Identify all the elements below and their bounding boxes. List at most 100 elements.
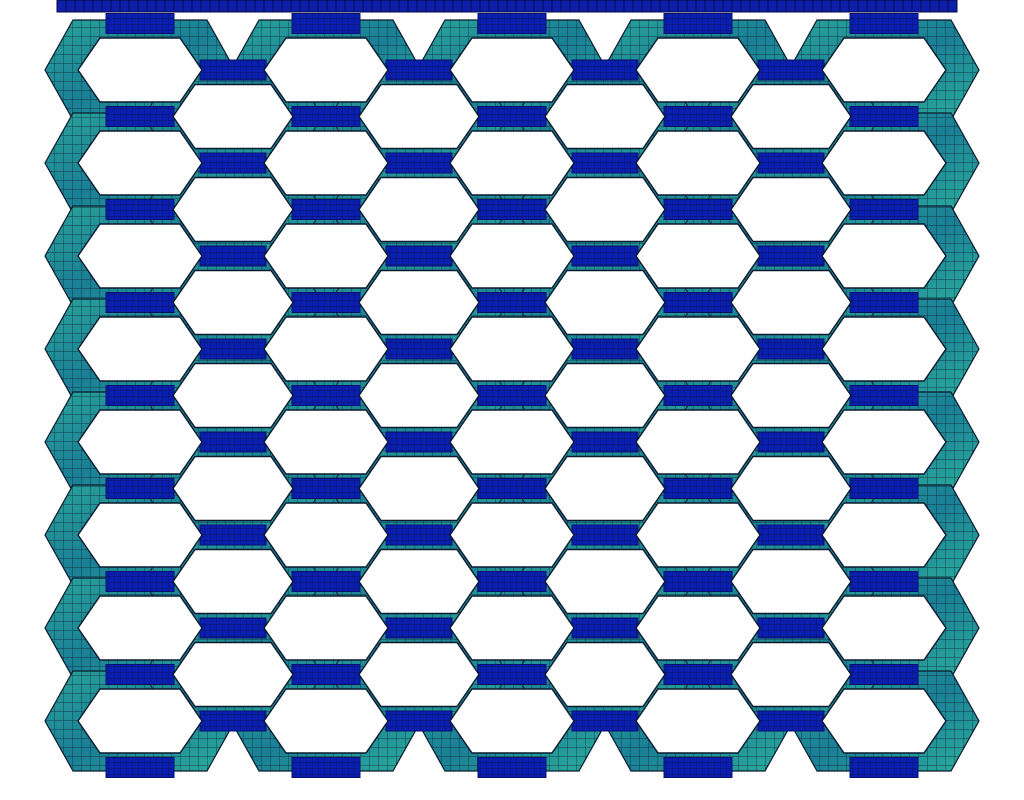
vertical-strut-mesh [850, 664, 918, 685]
offset-strut [571, 245, 639, 267]
cell-hole [635, 130, 761, 196]
vertical-strut [105, 757, 175, 778]
offset-strut [385, 152, 453, 174]
offset-strut [199, 245, 267, 267]
offset-strut [199, 710, 267, 732]
cell-hole [449, 316, 575, 382]
vertical-strut [477, 13, 547, 34]
offset-cell-hole [172, 362, 294, 429]
offset-cell-hole [730, 548, 852, 615]
vertical-strut-mesh [106, 13, 174, 34]
vertical-strut [663, 13, 733, 34]
offset-strut [571, 338, 639, 360]
cell-hole [635, 595, 761, 661]
vertical-strut-mesh [664, 571, 732, 592]
vertical-strut [477, 664, 547, 685]
cell-hole [263, 37, 389, 103]
cell-hole [77, 595, 203, 661]
vertical-strut [663, 292, 733, 313]
offset-strut [385, 431, 453, 453]
offset-strut [199, 59, 267, 81]
offset-cell-hole [730, 269, 852, 336]
vertical-strut [105, 199, 175, 220]
vertical-strut-mesh [292, 478, 360, 499]
offset-strut [757, 524, 825, 546]
cell-hole [449, 409, 575, 475]
cell-hole [635, 223, 761, 289]
offset-strut [199, 338, 267, 360]
vertical-strut-mesh [664, 385, 732, 406]
vertical-strut [291, 478, 361, 499]
vertical-strut-mesh [664, 199, 732, 220]
offset-strut-mesh [200, 246, 266, 266]
offset-cell-hole [172, 641, 294, 708]
vertical-strut-mesh [106, 664, 174, 685]
vertical-strut [477, 571, 547, 592]
offset-strut-mesh [386, 246, 452, 266]
vertical-strut-mesh [292, 664, 360, 685]
cell-hole [263, 409, 389, 475]
vertical-strut-mesh [106, 199, 174, 220]
offset-strut-mesh [200, 60, 266, 80]
vertical-strut-mesh [292, 292, 360, 313]
loading-plate [56, 0, 958, 13]
offset-strut-mesh [386, 60, 452, 80]
offset-cell-hole [544, 83, 666, 150]
offset-strut-mesh [758, 339, 824, 359]
vertical-strut-mesh [850, 13, 918, 34]
cell-hole [77, 409, 203, 475]
offset-strut [757, 245, 825, 267]
offset-cell-hole [358, 548, 480, 615]
vertical-strut-mesh [664, 757, 732, 778]
offset-strut-mesh [572, 711, 638, 731]
cell-hole [635, 502, 761, 568]
cell-hole [263, 130, 389, 196]
vertical-strut-mesh [292, 199, 360, 220]
vertical-strut [291, 571, 361, 592]
offset-strut-mesh [572, 60, 638, 80]
cell-hole [263, 316, 389, 382]
vertical-strut [477, 757, 547, 778]
cell-hole [635, 688, 761, 754]
cell-hole [449, 223, 575, 289]
offset-strut [757, 710, 825, 732]
offset-strut [199, 617, 267, 639]
cell-hole [263, 595, 389, 661]
cell-hole [635, 316, 761, 382]
vertical-strut-mesh [478, 292, 546, 313]
vertical-strut [477, 292, 547, 313]
vertical-strut-mesh [850, 757, 918, 778]
offset-cell-hole [358, 455, 480, 522]
vertical-strut [291, 13, 361, 34]
offset-strut [385, 338, 453, 360]
offset-strut-mesh [572, 432, 638, 452]
vertical-strut [849, 571, 919, 592]
vertical-strut-mesh [292, 571, 360, 592]
cell-hole [821, 409, 947, 475]
vertical-strut-mesh [106, 757, 174, 778]
loading-plate-layer [56, 0, 958, 13]
vertical-strut [849, 199, 919, 220]
vertical-strut-mesh [106, 478, 174, 499]
vertical-strut [105, 664, 175, 685]
offset-cell-hole [358, 362, 480, 429]
offset-strut-mesh [386, 618, 452, 638]
cell-hole [263, 223, 389, 289]
cell-hole [449, 502, 575, 568]
offset-strut-mesh [386, 339, 452, 359]
cell-hole [821, 502, 947, 568]
offset-cell-hole [172, 83, 294, 150]
offset-cell-hole [358, 83, 480, 150]
offset-strut-mesh [386, 153, 452, 173]
offset-strut [385, 59, 453, 81]
cell-hole [449, 595, 575, 661]
offset-strut-mesh [386, 711, 452, 731]
vertical-strut [477, 385, 547, 406]
cell-hole [821, 316, 947, 382]
vertical-strut [849, 757, 919, 778]
vertical-strut-mesh [292, 106, 360, 127]
cell-hole [77, 223, 203, 289]
offset-strut-mesh [200, 339, 266, 359]
vertical-strut [849, 292, 919, 313]
offset-strut [757, 59, 825, 81]
